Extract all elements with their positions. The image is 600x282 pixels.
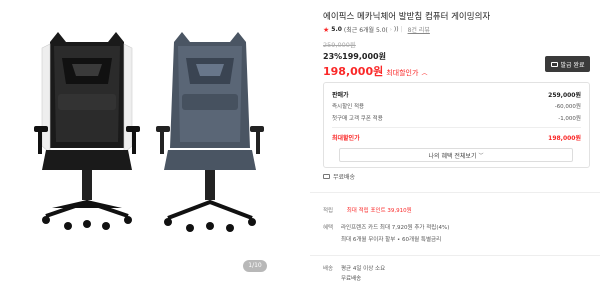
original-price: 259,000원 <box>323 41 356 49</box>
rating-note: (최근 6개월 5.0( <box>343 27 388 34</box>
delivery-line-2: 무료배송 <box>341 276 362 282</box>
free-shipping-label: 무료배송 <box>333 174 356 181</box>
product-title: 에이픽스 메카닉체어 발받침 컴퓨터 게이밍의자 <box>323 12 491 22</box>
section-divider <box>310 255 600 256</box>
rating-value: 5.0 <box>331 26 342 33</box>
breakdown-divider <box>332 127 581 128</box>
image-counter: 1/10 <box>243 260 267 272</box>
breakdown-label: 판매가 <box>332 92 349 99</box>
benefits-line-2[interactable]: 최대 6개월 무이자 할부 • 60개월 특별금리 <box>341 235 441 243</box>
breakdown-row-sale: 판매가 259,000원 <box>332 90 581 99</box>
coupon-icon <box>550 61 558 67</box>
product-image-gray-chair <box>156 32 264 232</box>
rating-note-end: )) <box>393 26 399 33</box>
truck-icon <box>323 174 330 179</box>
max-discount-price: 198,000원 <box>323 65 384 78</box>
breakdown-row-instant: 즉시할인 적용 -60,000원 <box>332 102 581 110</box>
points-value[interactable]: 최대 적립 포인트 39,910원 <box>347 206 412 214</box>
breakdown-label: 첫구매 고객 쿠폰 적용 <box>332 116 383 122</box>
free-shipping-row: 무료배송 <box>323 172 355 181</box>
product-image-panel[interactable]: 1/10 <box>0 0 300 282</box>
max-discount-label: 최대할인가 <box>386 69 419 77</box>
breakdown-value: -1,000원 <box>558 116 581 122</box>
separator: | <box>400 26 403 33</box>
benefits-line-1[interactable]: 라인프렌즈 카드 최대 7,920원 추가 적립(4%) <box>341 223 449 231</box>
discount-price: 199,000원 <box>342 52 386 61</box>
breakdown-label: 즉시할인 적용 <box>332 104 365 110</box>
breakdown-row-total: 최대할인가 198,000원 <box>332 133 581 142</box>
coupon-button[interactable]: 발급 완료 <box>545 56 590 72</box>
breakdown-total-label: 최대할인가 <box>332 135 360 142</box>
coupon-label: 발급 완료 <box>560 61 585 69</box>
product-image-black-chair <box>34 32 140 230</box>
discount-row: 23%199,000원 <box>323 51 386 62</box>
points-label: 적립 <box>323 208 334 214</box>
chevron-down-icon: ﹀ <box>478 152 484 159</box>
view-all-benefits-button[interactable]: 나의 혜택 전체보기 ﹀ <box>339 148 573 162</box>
delivery-line-1: 평균 4일 이상 소요 <box>341 266 386 272</box>
section-divider <box>310 192 600 193</box>
breakdown-row-first-coupon: 첫구매 고객 쿠폰 적용 -1,000원 <box>332 114 581 122</box>
star-icon: ★ <box>323 25 330 34</box>
review-link[interactable]: 8건 리뷰 <box>408 25 430 34</box>
discount-percent: 23% <box>323 52 343 61</box>
breakdown-total-value: 198,000원 <box>548 135 581 142</box>
breakdown-value: 259,000원 <box>548 92 581 99</box>
max-discount-row[interactable]: 198,000원 최대할인가 ︿ <box>323 63 427 79</box>
rating-row: ★ 5.0 (최근 6개월 5.0( › )) | 8건 리뷰 <box>323 25 430 35</box>
breakdown-value: -60,000원 <box>554 104 581 110</box>
points-row: 적립 최대 적립 포인트 39,910원 <box>323 206 412 214</box>
chevron-up-icon: ︿ <box>421 70 428 77</box>
view-all-benefits-label: 나의 혜택 전체보기 <box>428 152 477 160</box>
rating-chevron-icon: › <box>389 26 392 33</box>
